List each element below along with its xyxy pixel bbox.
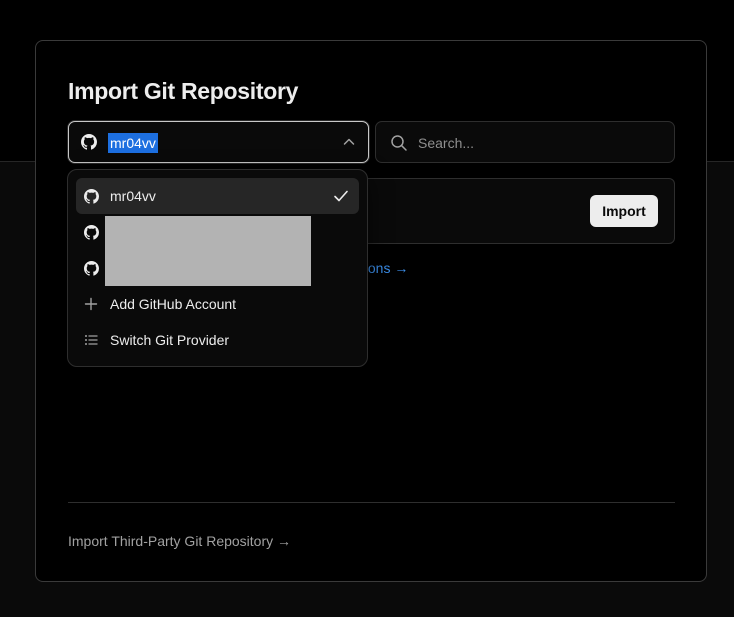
- redacted-accounts: [105, 216, 311, 286]
- menu-item-account[interactable]: mr04vv: [76, 178, 359, 214]
- menu-item-switch-git-provider[interactable]: Switch Git Provider: [76, 322, 359, 358]
- divider: [68, 502, 675, 503]
- selected-account-label: mr04vv: [108, 133, 158, 153]
- import-third-party-link[interactable]: Import Third-Party Git Repository →: [68, 533, 291, 549]
- github-icon: [84, 225, 99, 240]
- menu-item-label: Switch Git Provider: [110, 332, 230, 348]
- search-icon: [390, 134, 408, 152]
- git-account-select[interactable]: mr04vv: [68, 121, 369, 163]
- menu-item-label: mr04vv: [110, 188, 156, 204]
- github-icon: [81, 134, 97, 150]
- list-icon: [84, 333, 98, 347]
- page-title: Import Git Repository: [68, 78, 299, 104]
- github-icon: [84, 189, 99, 204]
- menu-item-add-github-account[interactable]: Add GitHub Account: [76, 286, 359, 322]
- menu-item-label: Add GitHub Account: [110, 296, 237, 312]
- plus-icon: [84, 297, 98, 311]
- chevron-up-icon: [343, 137, 355, 147]
- search-input[interactable]: [418, 132, 658, 154]
- repository-search: [375, 121, 675, 163]
- account-dropdown-menu: mr04vv Add GitHub Account Switch Git Pro…: [67, 169, 368, 367]
- github-icon: [84, 261, 99, 276]
- check-icon: [333, 188, 349, 204]
- import-button[interactable]: Import: [590, 195, 658, 227]
